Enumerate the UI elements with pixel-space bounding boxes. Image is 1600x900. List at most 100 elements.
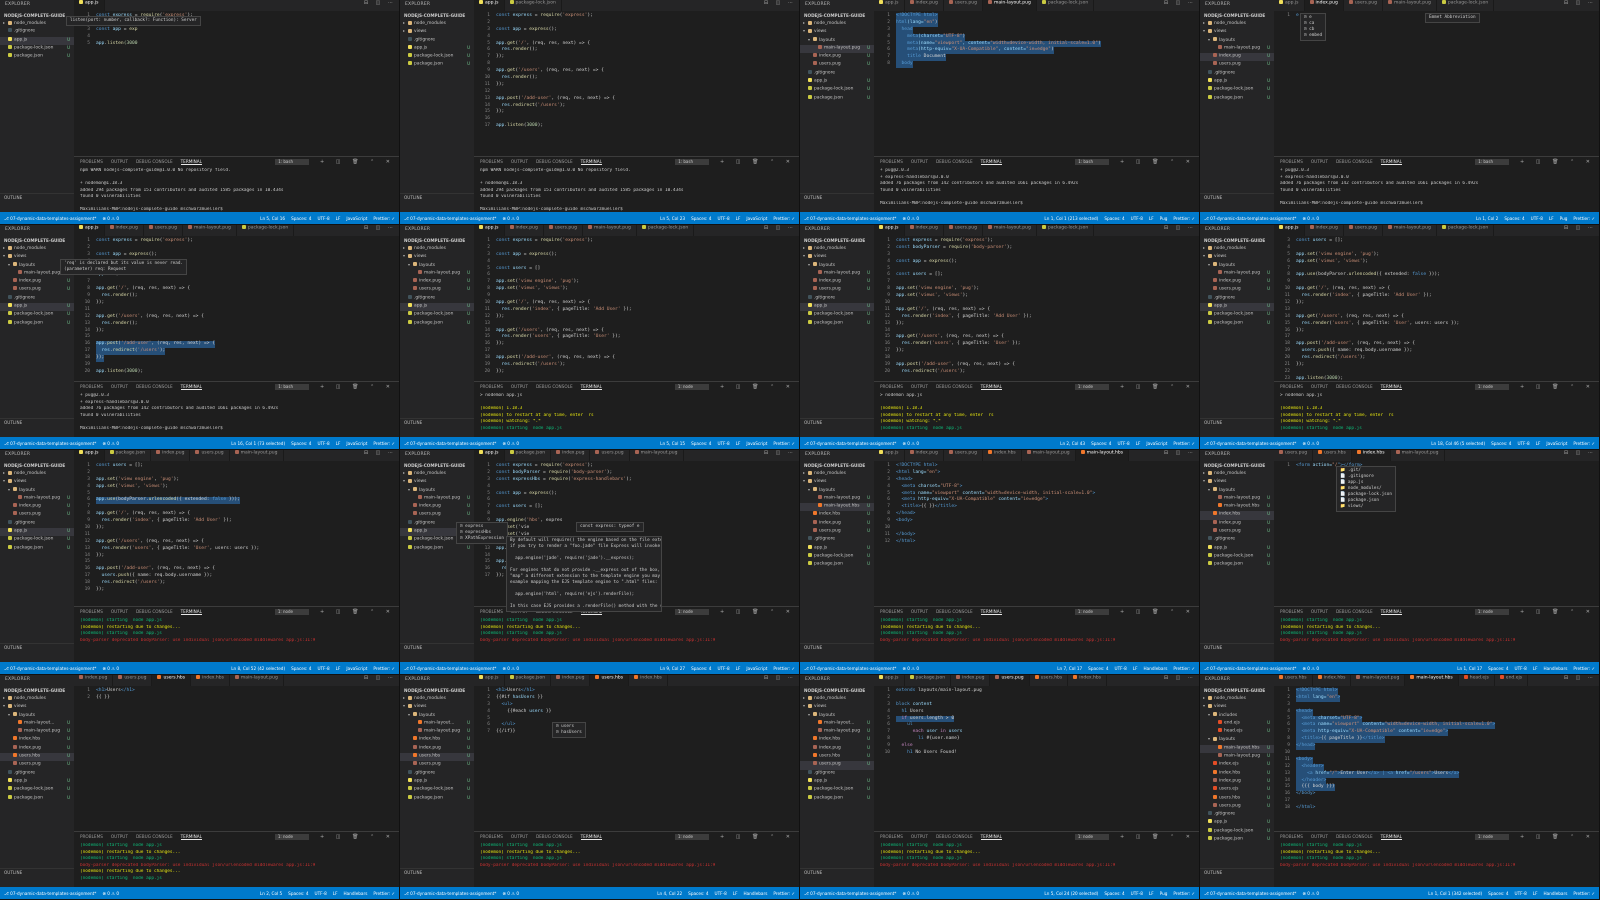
editor-tab[interactable]: index.pug xyxy=(151,450,191,461)
status-item[interactable]: LF xyxy=(1536,441,1541,446)
editor-tab[interactable]: end.ejs xyxy=(1495,675,1529,686)
panel-tab-debug-console[interactable]: DEBUG CONSOLE xyxy=(936,384,973,389)
terminal-output[interactable]: + pug@2.0.3 + express-handlebars@3.0.0 add… xyxy=(74,391,399,434)
panel-tab-problems[interactable]: PROBLEMS xyxy=(80,834,103,839)
editor-tab[interactable]: index.pug xyxy=(74,675,114,686)
editor-tab[interactable]: main-layout.pug xyxy=(1383,225,1437,236)
tab-actions-icons[interactable]: ⊟ ◫ ⋯ xyxy=(360,0,396,11)
file-tree-item[interactable]: users.pug U xyxy=(800,286,874,294)
file-tree-item[interactable]: ▸ node_modules xyxy=(800,695,874,703)
suggestion-popup[interactable]: ⊡ users ⊡ hasUsers xyxy=(552,722,586,738)
terminal-select[interactable]: 1: node xyxy=(674,833,709,840)
tab-actions-icons[interactable]: ⊟ ◫ ⋯ xyxy=(760,675,796,686)
file-tree-item[interactable]: users.pug U xyxy=(1200,528,1274,536)
file-tree-item[interactable]: .gitignore xyxy=(1200,536,1274,544)
suggestion-popup[interactable]: listen(port: number, callback?: Function… xyxy=(66,16,201,26)
file-tree-item[interactable]: .gitignore xyxy=(400,36,474,45)
file-tree-item[interactable]: package.json U xyxy=(400,794,474,803)
project-header[interactable]: NODEJS-COMPLETE-GUIDE xyxy=(0,462,74,470)
terminal-select[interactable]: 1: node xyxy=(1474,383,1509,390)
git-branch[interactable]: ⎇ 07-dynamic-data-templates-assignment* xyxy=(1200,441,1296,446)
git-branch[interactable]: ⎇ 07-dynamic-data-templates-assignment* xyxy=(0,666,96,671)
file-tree-item[interactable]: ▸ node_modules xyxy=(1200,695,1274,703)
editor-tab[interactable]: main-layout.pug xyxy=(583,225,637,236)
panel-actions[interactable]: + ◫ 🗑 ⌃ ✕ xyxy=(1120,384,1195,390)
terminal-output[interactable]: npm WARN nodejs-complete-guide@1.0.0 No … xyxy=(74,166,399,216)
terminal-select[interactable]: 1: node xyxy=(1074,833,1109,840)
problems-count[interactable]: ⊗ 0 ⚠ 0 xyxy=(896,666,919,671)
status-item[interactable]: JavaScript xyxy=(746,441,767,446)
editor-tab[interactable]: main-layout.pug xyxy=(1351,675,1406,686)
file-tree-item[interactable]: .gitignore xyxy=(0,294,74,303)
file-tree-item[interactable]: ▾ includes xyxy=(1200,712,1274,720)
panel-tab-problems[interactable]: PROBLEMS xyxy=(1280,834,1303,839)
file-tree-item[interactable]: users.pug U xyxy=(0,511,74,519)
file-tree-item[interactable]: main-layout.pugU xyxy=(0,728,74,736)
status-item[interactable]: LF xyxy=(1136,441,1141,446)
file-tree-item[interactable]: app.jsU xyxy=(800,78,874,86)
outline-section[interactable]: OUTLINE xyxy=(800,643,874,651)
file-tree-item[interactable]: .gitignore xyxy=(400,769,474,778)
panel-tab-debug-console[interactable]: DEBUG CONSOLE xyxy=(1336,834,1373,839)
git-branch[interactable]: ⎇ 07-dynamic-data-templates-assignment* xyxy=(400,216,496,221)
status-item[interactable]: Handlebars xyxy=(1144,666,1168,671)
panel-actions[interactable]: + ◫ 🗑 ⌃ ✕ xyxy=(320,384,395,390)
file-tree-item[interactable]: package.json U xyxy=(1200,836,1274,844)
status-item[interactable]: Spaces: 4 xyxy=(291,666,311,671)
editor-tab[interactable]: main-layout.pug xyxy=(630,450,684,461)
panel-tab-output[interactable]: OUTPUT xyxy=(911,834,928,839)
code-editor[interactable]: 1const express = require('express');23co… xyxy=(74,11,399,158)
git-branch[interactable]: ⎇ 07-dynamic-data-templates-assignment* xyxy=(800,216,896,221)
file-tree-item[interactable]: app.jsU xyxy=(0,36,74,45)
panel-tab-problems[interactable]: PROBLEMS xyxy=(480,609,503,614)
terminal-select[interactable]: 1: node xyxy=(674,608,709,615)
status-item[interactable]: Ln 4, Col 22 xyxy=(657,891,682,896)
editor-tab[interactable]: users.pug xyxy=(1344,0,1383,11)
file-tree-item[interactable]: users.pug U xyxy=(0,761,74,769)
code-editor[interactable]: 1 const express = require('express'); 2 con… xyxy=(874,236,1199,383)
git-branch[interactable]: ⎇ 07-dynamic-data-templates-assignment* xyxy=(0,441,96,446)
editor-tab[interactable]: app.js xyxy=(874,0,905,11)
file-tree-item[interactable]: main-layout... U xyxy=(400,719,474,728)
status-item[interactable]: Spaces: 4 xyxy=(291,216,311,221)
tab-actions-icons[interactable]: ⊟ ◫ ⋯ xyxy=(1160,225,1196,236)
panel-tab-terminal[interactable]: TERMINAL xyxy=(580,384,602,390)
tab-actions-icons[interactable]: ⊟ ◫ ⋯ xyxy=(1560,225,1596,236)
file-tree-item[interactable]: ▾ views xyxy=(800,478,874,486)
file-tree-item[interactable]: .gitignore xyxy=(0,769,74,778)
problems-count[interactable]: ⊗ 0 ⚠ 0 xyxy=(1296,216,1319,221)
file-tree-item[interactable]: app.jsU xyxy=(1200,819,1274,827)
status-item[interactable]: LF xyxy=(336,441,341,446)
file-tree-item[interactable]: head.ejs U xyxy=(1200,728,1274,736)
panel-actions[interactable]: + ◫ 🗑 ⌃ ✕ xyxy=(720,834,795,840)
status-item[interactable]: UTF-8 xyxy=(1515,666,1527,671)
project-header[interactable]: NODEJS-COMPLETE-GUIDE xyxy=(0,12,74,20)
panel-actions[interactable]: + ◫ 🗑 ⌃ ✕ xyxy=(1520,834,1595,840)
file-tree-item[interactable]: package-lock.jsonU xyxy=(400,311,474,319)
git-branch[interactable]: ⎇ 07-dynamic-data-templates-assignment* xyxy=(1200,666,1296,671)
status-item[interactable]: UTF-8 xyxy=(317,441,329,446)
file-tree-item[interactable]: ▾ views xyxy=(800,703,874,711)
panel-actions[interactable]: + ◫ 🗑 ⌃ ✕ xyxy=(720,609,795,615)
problems-count[interactable]: ⊗ 0 ⚠ 0 xyxy=(96,666,119,671)
panel-tab-problems[interactable]: PROBLEMS xyxy=(880,159,903,164)
status-item[interactable]: JavaScript xyxy=(1546,441,1567,446)
git-branch[interactable]: ⎇ 07-dynamic-data-templates-assignment* xyxy=(800,891,896,896)
status-item[interactable]: JavaScript xyxy=(746,666,767,671)
file-tree-item[interactable]: ▾ views xyxy=(800,28,874,36)
terminal-output[interactable]: [nodemon] starting `node app.js` [nodemon… xyxy=(74,616,399,646)
file-tree-item[interactable]: package.json U xyxy=(1200,94,1274,103)
git-branch[interactable]: ⎇ 07-dynamic-data-templates-assignment* xyxy=(400,666,496,671)
editor-tab[interactable]: users.pug xyxy=(144,225,183,236)
status-item[interactable]: Prettier: ✓ xyxy=(773,441,795,446)
editor-tab[interactable]: package-lock.json xyxy=(505,0,562,11)
panel-actions[interactable]: + ◫ 🗑 ⌃ ✕ xyxy=(720,384,795,390)
problems-count[interactable]: ⊗ 0 ⚠ 0 xyxy=(96,441,119,446)
status-item[interactable]: LF xyxy=(1549,216,1554,221)
status-item[interactable]: LF xyxy=(1149,216,1154,221)
editor-tab[interactable]: main-layout.pug xyxy=(1391,450,1445,461)
editor-tab[interactable]: package.json xyxy=(505,675,552,686)
file-tree-item[interactable]: package-lock.jsonU xyxy=(400,786,474,794)
status-item[interactable]: Pug xyxy=(1160,891,1168,896)
project-header[interactable]: NODEJS-COMPLETE-GUIDE xyxy=(800,237,874,245)
